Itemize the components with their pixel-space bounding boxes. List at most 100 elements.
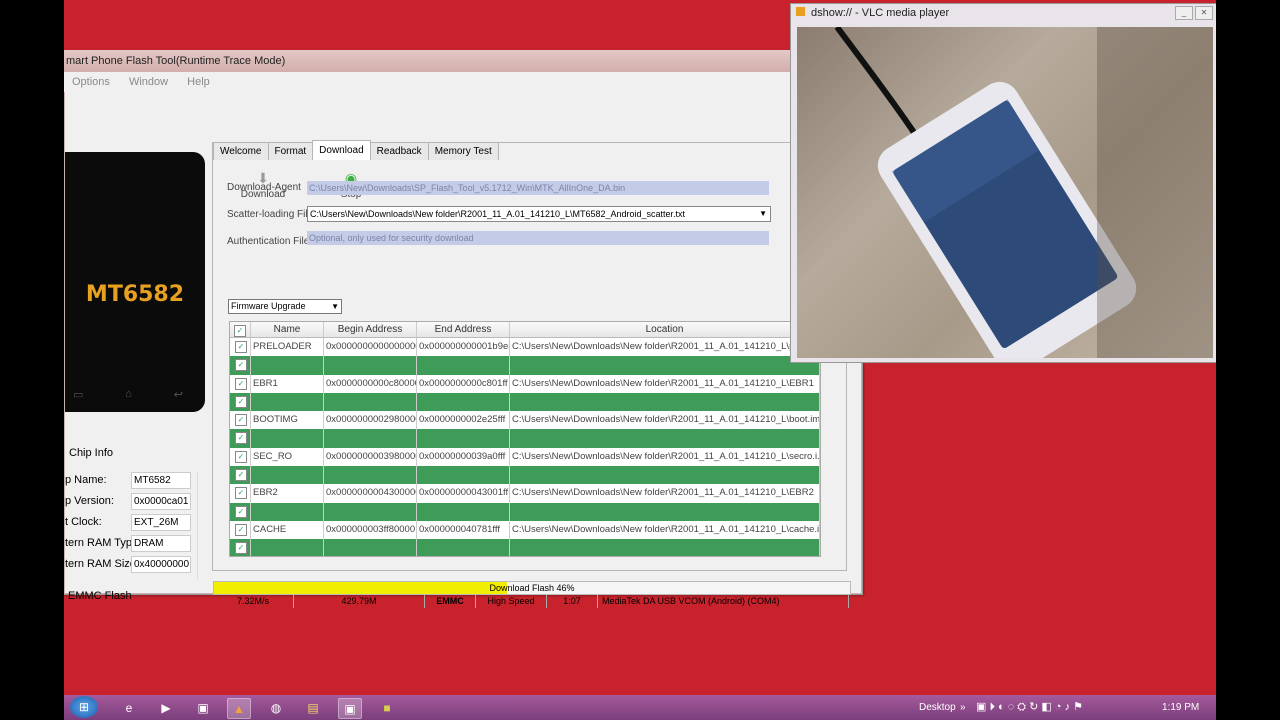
chip-info-title: Chip Info <box>69 447 114 459</box>
cell-end-address: 0x0000000002e25fff <box>417 411 510 430</box>
scatter-file-field[interactable]: C:\Users\New\Downloads\New folder\R2001_… <box>307 206 771 222</box>
auth-file-field[interactable]: Optional, only used for security downloa… <box>307 231 769 245</box>
table-row[interactable]: ✓ PRELOADER 0x0000000000000000 0x0000000000… <box>230 338 820 357</box>
table-row[interactable]: ✓ EBR2 0x0000000004300000 0x00000000043001f… <box>230 484 820 503</box>
chip-info-label: t Clock: <box>65 516 102 528</box>
chip-info-row: t Clock: EXT_26M <box>65 514 213 531</box>
cell-end-address <box>417 429 510 448</box>
row-checkbox[interactable]: ✓ <box>230 356 251 375</box>
cell-location: C:\Users\New\Downloads\New folder\R2001_… <box>510 484 820 503</box>
app-window-icon[interactable]: ▣ <box>192 698 214 717</box>
menu-key-icon: ▭ <box>73 389 84 401</box>
clock[interactable]: 1:19 PM <box>1162 695 1199 720</box>
cell-location <box>510 429 820 448</box>
phone-keys: ▭ ⌂ ↩ <box>73 388 183 401</box>
start-button-icon[interactable]: ⊞ <box>70 696 98 718</box>
col-location: Location <box>510 322 820 337</box>
chip-info-label: p Version: <box>65 495 114 507</box>
status-port: MediaTek DA USB VCOM (Android) (COM4) <box>598 595 849 608</box>
cell-name: PRELOADER <box>251 338 324 357</box>
cell-name: CACHE <box>251 520 324 540</box>
tray-icons[interactable]: ▣ ⏵ ◐ ◌ ⛭ ↻ ◧ ◔ ♪ ⚑ <box>976 695 1083 720</box>
vlc-titlebar[interactable]: dshow:// - VLC media player _ ✕ <box>791 4 1216 24</box>
cell-end-address: 0x00000000039a0fff <box>417 447 510 467</box>
tab-download[interactable]: Download <box>312 140 371 160</box>
vlc-window-controls: _ ✕ <box>1173 6 1213 20</box>
row-checkbox[interactable]: ✓ <box>230 484 251 503</box>
vlc-video-frame <box>797 27 1213 358</box>
phone-image: MT6582 ▭ ⌂ ↩ <box>65 152 205 412</box>
table-body: ✓ PRELOADER 0x0000000000000000 0x0000000000… <box>230 338 820 556</box>
chip-info-value: EXT_26M <box>131 514 191 531</box>
table-row[interactable]: ✓ <box>230 502 820 521</box>
cell-name <box>251 502 324 521</box>
table-row[interactable]: ✓ <box>230 356 820 375</box>
select-all-checkbox[interactable]: ✓ <box>230 322 251 337</box>
chip-info-scrollbar[interactable] <box>197 472 208 580</box>
cell-end-address: 0x0000000000c801ff <box>417 374 510 393</box>
table-row[interactable]: ✓ BOOTIMG 0x0000000002980000 0x0000000002e2… <box>230 411 820 430</box>
cell-end-address <box>417 539 510 556</box>
cell-begin-address <box>324 392 417 412</box>
internet-explorer-icon[interactable]: e <box>118 698 140 717</box>
android-icon[interactable]: ■ <box>376 698 398 717</box>
menu-window[interactable]: Window <box>129 76 168 88</box>
download-agent-field[interactable]: C:\Users\New\Downloads\SP_Flash_Tool_v5.… <box>307 181 769 195</box>
cell-name: EBR1 <box>251 374 324 393</box>
table-row[interactable]: ✓ SEC_RO 0x0000000003980000 0x00000000039a0… <box>230 447 820 467</box>
chip-info-label: p Name: <box>65 474 107 486</box>
table-row[interactable]: ✓ <box>230 429 820 448</box>
desktop-toolbar-label[interactable]: Desktop <box>919 695 956 720</box>
minimize-icon[interactable]: _ <box>1175 6 1193 20</box>
cell-name <box>251 539 324 556</box>
table-row[interactable]: ✓ <box>230 466 820 485</box>
row-checkbox[interactable]: ✓ <box>230 374 251 393</box>
row-checkbox[interactable]: ✓ <box>230 466 251 485</box>
vlc-cone-icon <box>796 7 805 16</box>
row-checkbox[interactable]: ✓ <box>230 520 251 540</box>
chevron-right-icon[interactable]: » <box>960 695 966 720</box>
cell-begin-address <box>324 429 417 448</box>
tab-bar: Welcome Format Download Readback Memory … <box>213 140 499 160</box>
tab-memory-test[interactable]: Memory Test <box>427 142 499 160</box>
cell-name <box>251 392 324 412</box>
menu-bar: Options Window Help <box>64 72 862 92</box>
folder-icon[interactable]: ▤ <box>302 698 324 717</box>
row-checkbox[interactable]: ✓ <box>230 338 251 357</box>
chevron-down-icon: ▼ <box>331 302 339 311</box>
col-end-address: End Address <box>417 322 510 337</box>
row-checkbox[interactable]: ✓ <box>230 502 251 521</box>
row-checkbox[interactable]: ✓ <box>230 392 251 412</box>
row-checkbox[interactable]: ✓ <box>230 411 251 430</box>
cell-end-address <box>417 502 510 521</box>
phone-video-image <box>834 27 1213 358</box>
menu-options[interactable]: Options <box>72 76 110 88</box>
chrome-icon[interactable]: ◍ <box>265 698 287 717</box>
flash-tool-taskbar-icon[interactable]: ▣ <box>338 698 362 719</box>
tab-readback[interactable]: Readback <box>369 142 429 160</box>
tab-format[interactable]: Format <box>267 142 314 160</box>
vlc-taskbar-icon[interactable]: ▲ <box>227 698 251 719</box>
cell-location <box>510 539 820 556</box>
cell-end-address <box>417 466 510 485</box>
flash-tool-title[interactable]: mart Phone Flash Tool(Runtime Trace Mode… <box>64 50 862 72</box>
tab-welcome[interactable]: Welcome <box>213 142 269 160</box>
table-row[interactable]: ✓ <box>230 539 820 556</box>
media-player-icon[interactable]: ▶ <box>155 698 177 717</box>
back-key-icon: ↩ <box>173 389 183 401</box>
cell-location: C:\Users\New\Downloads\New folder\R2001_… <box>510 374 820 393</box>
chip-info-row: p Name: MT6582 <box>65 472 213 489</box>
close-icon[interactable]: ✕ <box>1195 6 1213 20</box>
table-row[interactable]: ✓ <box>230 392 820 412</box>
mode-select[interactable]: Firmware Upgrade ▼ <box>228 299 342 314</box>
table-row[interactable]: ✓ EBR1 0x0000000000c80000 0x0000000000c801f… <box>230 374 820 393</box>
row-checkbox[interactable]: ✓ <box>230 447 251 467</box>
row-checkbox[interactable]: ✓ <box>230 429 251 448</box>
row-checkbox[interactable]: ✓ <box>230 539 251 556</box>
table-row[interactable]: ✓ CACHE 0x000000003ff80000 0x000000040781ff… <box>230 520 820 540</box>
chip-info-row: tern RAM Type: DRAM <box>65 535 213 552</box>
menu-help[interactable]: Help <box>187 76 210 88</box>
mode-select-value: Firmware Upgrade <box>231 301 306 311</box>
col-name: Name <box>251 322 324 337</box>
chevron-down-icon[interactable]: ▼ <box>759 207 767 221</box>
